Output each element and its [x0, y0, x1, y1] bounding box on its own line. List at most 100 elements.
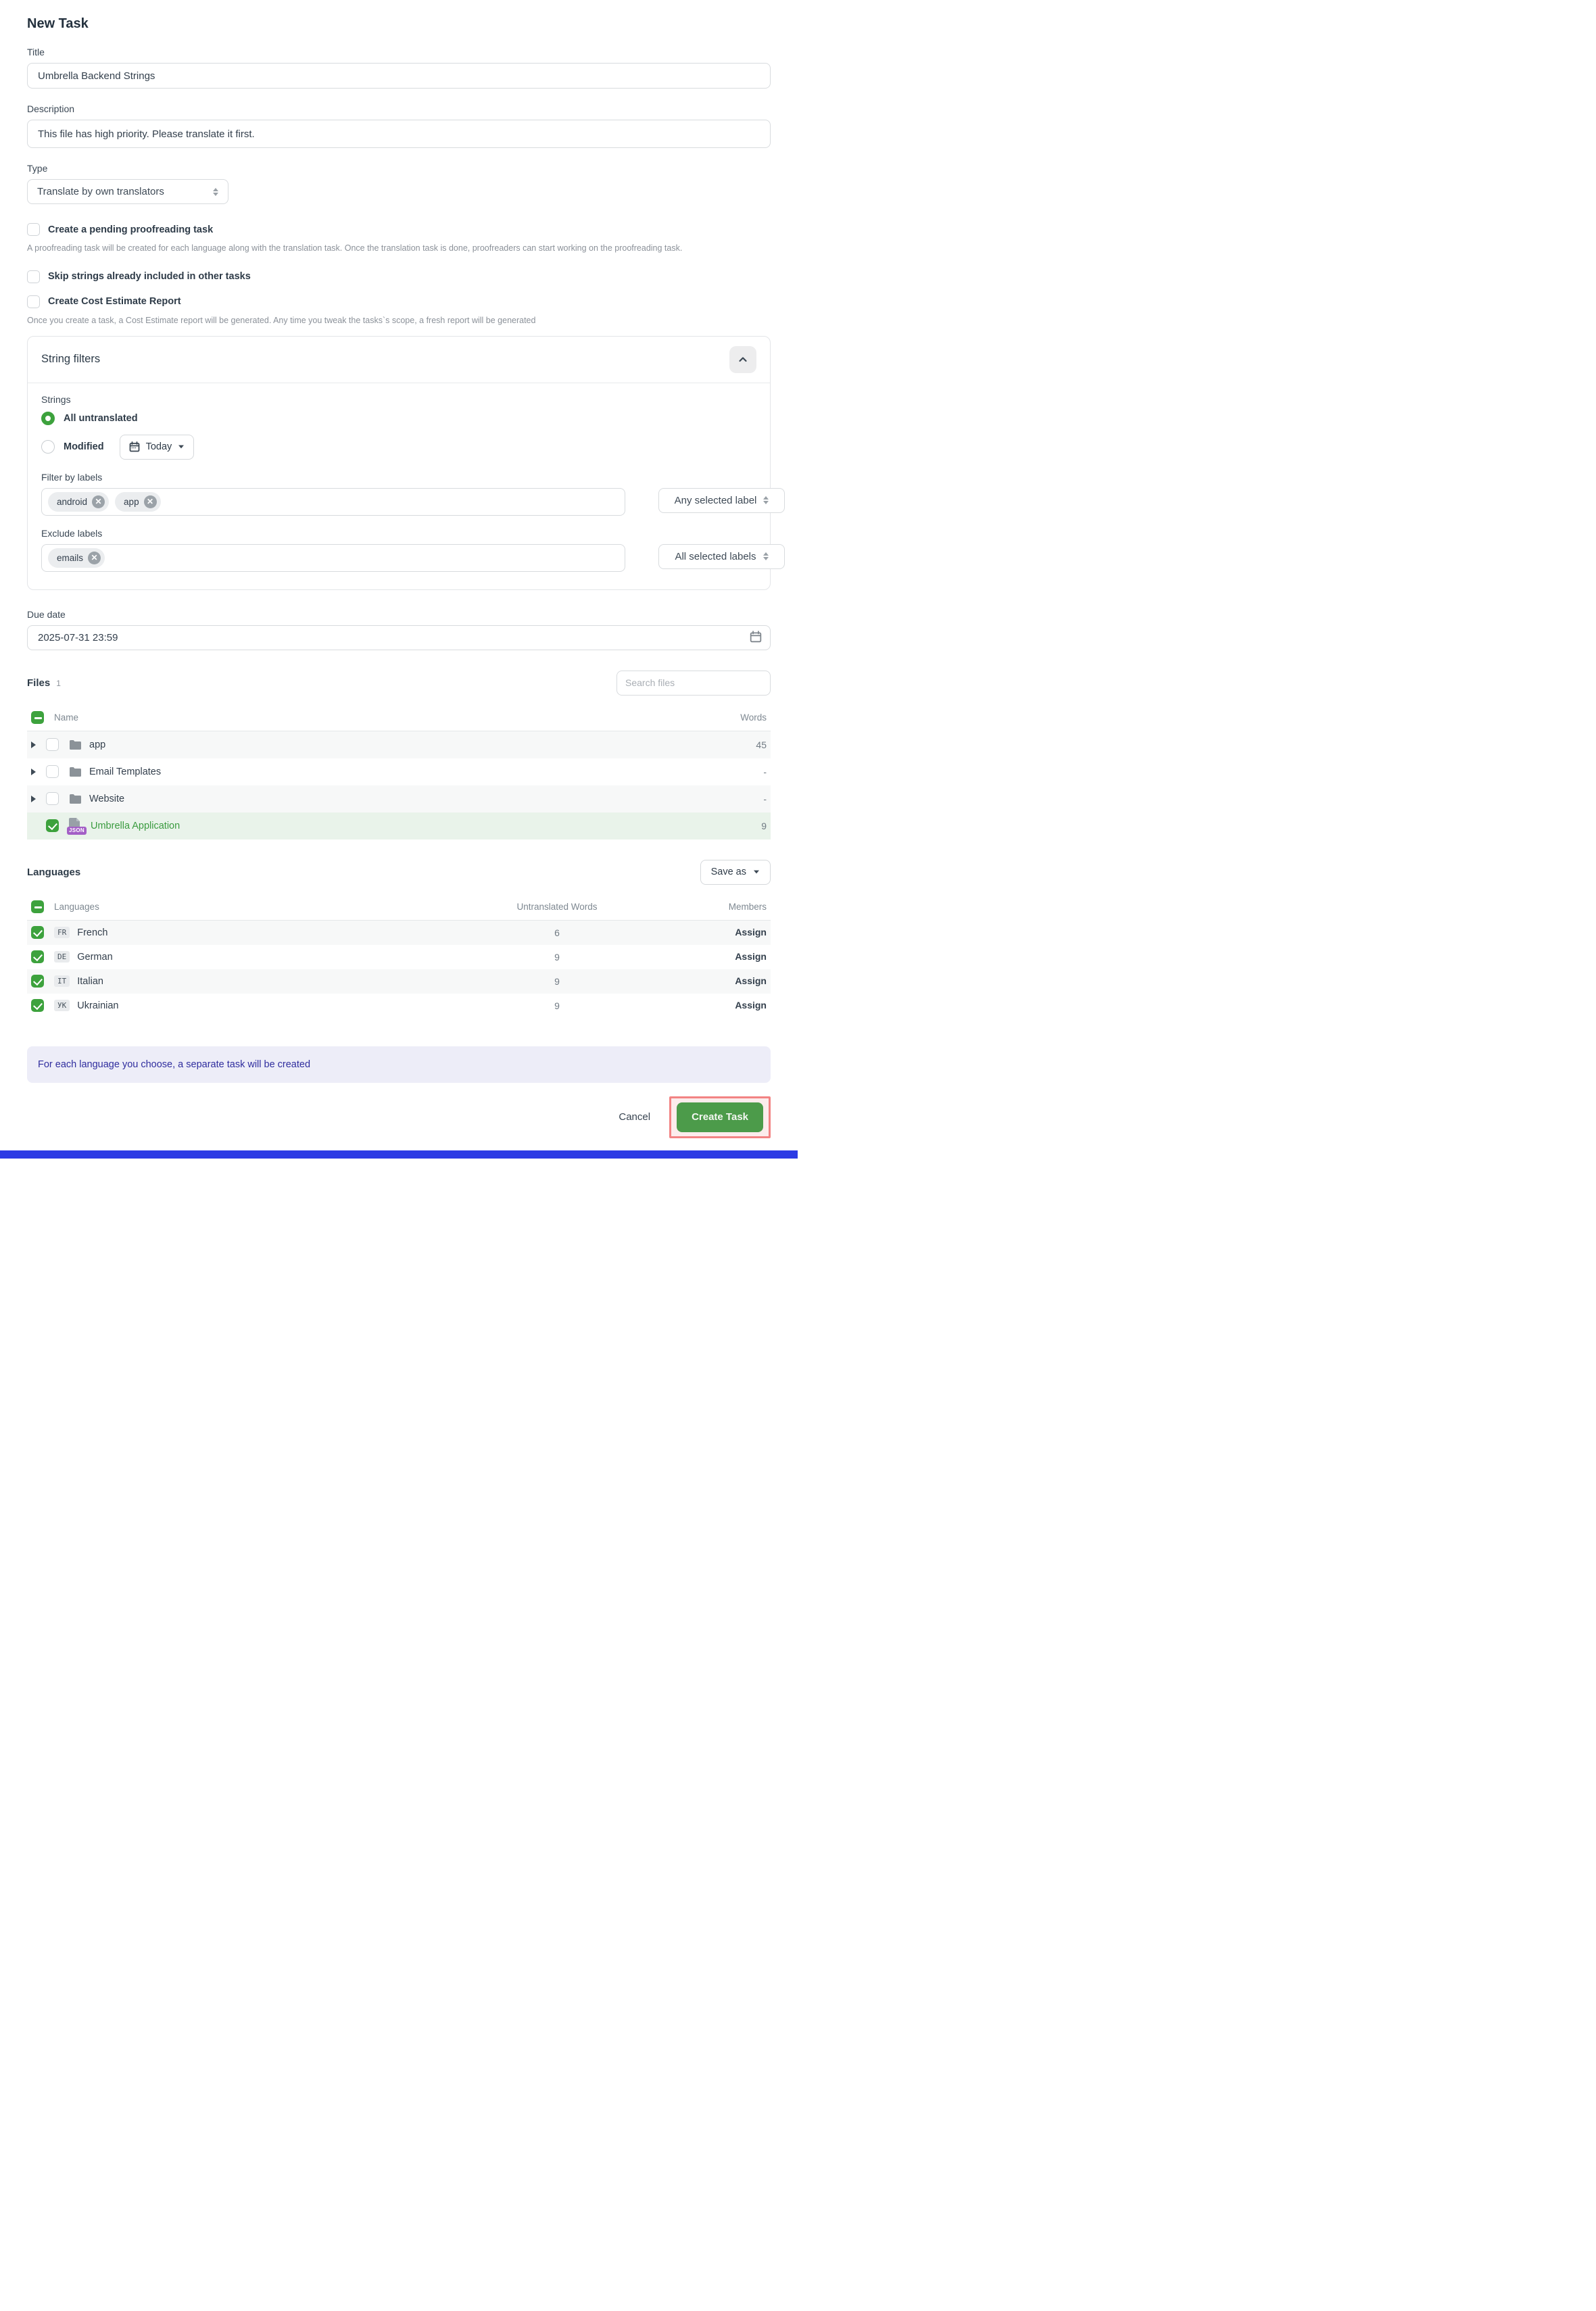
- info-banner: For each language you choose, a separate…: [27, 1046, 771, 1083]
- exclude-labels-label: Exclude labels: [41, 528, 756, 539]
- assign-link[interactable]: Assign: [735, 927, 767, 938]
- skip-strings-checkbox[interactable]: [27, 270, 40, 283]
- languages-table: Languages Untranslated Words Members FR …: [27, 894, 771, 1018]
- select-all-languages-checkbox[interactable]: [31, 900, 44, 913]
- title-label: Title: [27, 47, 771, 57]
- untranslated-words-column-header: Untranslated Words: [442, 902, 672, 912]
- file-row-app[interactable]: app 45: [27, 731, 771, 758]
- words-value: -: [763, 794, 767, 804]
- language-checkbox[interactable]: [31, 975, 44, 988]
- filter-labels-mode-select[interactable]: Any selected label: [658, 488, 785, 513]
- files-table-header: Name Words: [27, 705, 771, 731]
- description-input[interactable]: [27, 120, 771, 148]
- expand-caret-icon[interactable]: [31, 796, 38, 802]
- files-label: Files: [27, 677, 50, 689]
- members-column-header: Members: [672, 902, 767, 912]
- select-all-files-checkbox[interactable]: [31, 711, 44, 724]
- languages-column-header: Languages: [54, 902, 99, 912]
- page-title: New Task: [27, 16, 771, 32]
- strings-label: Strings: [41, 394, 756, 405]
- cost-estimate-checkbox[interactable]: [27, 295, 40, 308]
- modified-radio[interactable]: [41, 440, 55, 454]
- json-format-badge: JSON: [67, 827, 87, 835]
- expand-caret-icon[interactable]: [31, 769, 38, 775]
- expand-caret-icon[interactable]: [31, 741, 38, 748]
- cost-estimate-checkbox-label: Create Cost Estimate Report: [48, 296, 181, 307]
- filter-by-labels-label: Filter by labels: [41, 472, 756, 483]
- modified-radio-label: Modified: [64, 441, 104, 452]
- language-checkbox[interactable]: [31, 926, 44, 939]
- file-name: Website: [89, 794, 124, 804]
- languages-table-header: Languages Untranslated Words Members: [27, 894, 771, 921]
- language-row-italian[interactable]: IT Italian 9 Assign: [27, 969, 771, 994]
- file-checkbox[interactable]: [46, 819, 59, 832]
- language-code-badge: FR: [54, 927, 70, 938]
- language-row-german[interactable]: DE German 9 Assign: [27, 945, 771, 969]
- file-name: Email Templates: [89, 767, 161, 777]
- label-tag-app: app ✕: [115, 492, 161, 512]
- files-words-column-header: Words: [740, 712, 767, 723]
- remove-tag-icon[interactable]: ✕: [144, 495, 157, 508]
- modified-radio-row: Modified Today: [41, 435, 756, 460]
- exclude-labels-mode-select[interactable]: All selected labels: [658, 544, 785, 569]
- chevron-up-icon: [737, 354, 748, 365]
- assign-link[interactable]: Assign: [735, 1000, 767, 1011]
- untranslated-words-value: 9: [442, 1000, 672, 1011]
- title-input[interactable]: [27, 63, 771, 89]
- assign-link[interactable]: Assign: [735, 951, 767, 962]
- files-table: Name Words app 45 Email Templates -: [27, 705, 771, 840]
- files-name-column-header: Name: [54, 712, 78, 723]
- proofreading-checkbox[interactable]: [27, 223, 40, 236]
- language-code-badge: DE: [54, 951, 70, 963]
- files-section-title: Files 1: [27, 677, 61, 689]
- json-file-icon: JSON: [69, 818, 84, 834]
- string-filters-panel: String filters Strings All untranslated …: [27, 336, 771, 590]
- all-untranslated-radio[interactable]: [41, 412, 55, 425]
- language-row-french[interactable]: FR French 6 Assign: [27, 921, 771, 945]
- annotation-highlight: Create Task: [669, 1096, 771, 1138]
- language-code-badge: IT: [54, 975, 70, 987]
- remove-tag-icon[interactable]: ✕: [92, 495, 105, 508]
- language-code-badge: УК: [54, 1000, 70, 1011]
- updown-caret-icon: [763, 496, 769, 504]
- save-as-button[interactable]: Save as: [700, 860, 771, 885]
- filter-labels-mode-value: Any selected label: [675, 495, 757, 506]
- file-checkbox[interactable]: [46, 792, 59, 805]
- file-row-umbrella-application[interactable]: JSON Umbrella Application 9: [27, 812, 771, 840]
- label-tag-text: app: [124, 497, 139, 507]
- exclude-labels-input[interactable]: emails ✕: [41, 544, 625, 572]
- modified-date-value: Today: [146, 441, 172, 452]
- proofreading-helper-text: A proofreading task will be created for …: [27, 243, 771, 254]
- untranslated-words-value: 9: [442, 952, 672, 963]
- file-checkbox[interactable]: [46, 765, 59, 778]
- updown-caret-icon: [763, 552, 769, 560]
- footer-actions: Cancel Create Task: [27, 1096, 771, 1159]
- file-row-email-templates[interactable]: Email Templates -: [27, 758, 771, 785]
- filter-labels-input[interactable]: android ✕ app ✕: [41, 488, 625, 516]
- proofreading-checkbox-label: Create a pending proofreading task: [48, 224, 213, 235]
- due-date-input[interactable]: [27, 625, 771, 650]
- language-checkbox[interactable]: [31, 999, 44, 1012]
- caret-down-icon: [754, 871, 759, 874]
- file-checkbox[interactable]: [46, 738, 59, 751]
- type-select[interactable]: Translate by own translators: [27, 179, 228, 204]
- language-row-ukrainian[interactable]: УК Ukrainian 9 Assign: [27, 994, 771, 1018]
- description-label: Description: [27, 103, 771, 114]
- remove-tag-icon[interactable]: ✕: [88, 552, 101, 564]
- file-row-website[interactable]: Website -: [27, 785, 771, 812]
- calendar-icon: [129, 441, 140, 452]
- assign-link[interactable]: Assign: [735, 975, 767, 986]
- search-files-input[interactable]: [616, 671, 771, 696]
- collapse-panel-button[interactable]: [729, 346, 756, 373]
- create-task-button[interactable]: Create Task: [677, 1102, 763, 1132]
- language-name: French: [77, 927, 107, 938]
- files-count-badge: 1: [56, 679, 61, 688]
- cancel-button[interactable]: Cancel: [619, 1111, 650, 1123]
- calendar-icon[interactable]: [750, 631, 762, 643]
- words-value: 9: [761, 821, 767, 831]
- words-value: -: [763, 767, 767, 777]
- modified-date-dropdown[interactable]: Today: [120, 435, 195, 460]
- language-checkbox[interactable]: [31, 950, 44, 963]
- cost-estimate-checkbox-row: Create Cost Estimate Report: [27, 295, 771, 308]
- label-tag-text: emails: [57, 553, 83, 563]
